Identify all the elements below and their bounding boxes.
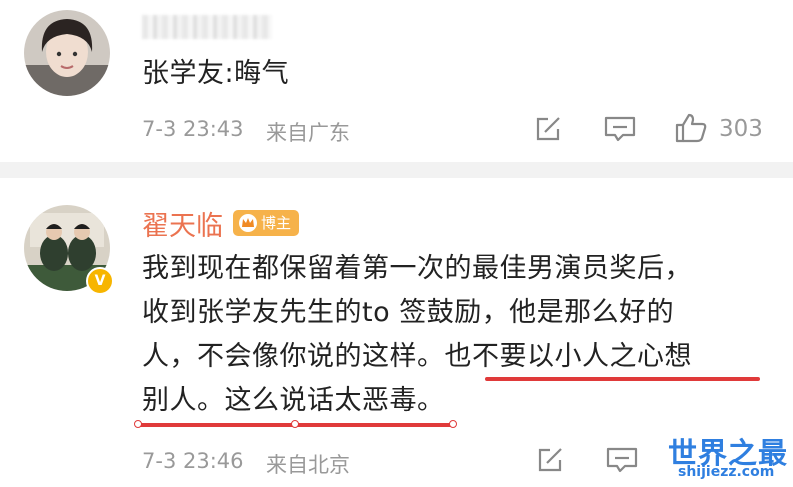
comment-icon[interactable] <box>604 115 636 143</box>
timestamp: 7-3 23:46 <box>142 449 244 473</box>
location: 来自北京 <box>266 453 350 477</box>
timestamp: 7-3 23:43 <box>142 117 244 141</box>
underline-handle <box>291 420 299 428</box>
underline-handle <box>134 420 142 428</box>
comment-text: 我到现在都保留着第一次的最佳男演员奖后， 收到张学友先生的to 签鼓励，他是那么… <box>142 247 782 423</box>
watermark-url: shijiezz.com <box>678 464 775 480</box>
underline-handle <box>449 420 457 428</box>
verified-badge: V <box>86 267 114 295</box>
comment-icon[interactable] <box>606 446 638 474</box>
username[interactable]: 翟天临 <box>142 204 223 243</box>
share-icon[interactable] <box>534 115 562 143</box>
comment-line: 人，不会像你说的这样。也不要以小人之心想 <box>142 341 692 372</box>
location: 来自广东 <box>266 121 350 145</box>
badge-label: 博主 <box>261 214 292 232</box>
comment-separator <box>0 162 793 178</box>
username-blurred <box>142 15 272 39</box>
underline-annotation <box>485 377 760 381</box>
share-icon[interactable] <box>536 446 564 474</box>
like-icon[interactable] <box>674 112 708 144</box>
avatar[interactable] <box>24 10 110 96</box>
crown-icon <box>239 214 257 232</box>
comment-line: 别人。这么说话太恶毒。 <box>142 385 445 416</box>
comment-line: 我到现在都保留着第一次的最佳男演员奖后， <box>142 253 692 284</box>
like-count: 303 <box>719 116 763 142</box>
comment-line: 收到张学友先生的to 签鼓励，他是那么好的 <box>142 297 675 328</box>
blogger-badge: 博主 <box>233 210 300 236</box>
avatar-image <box>24 10 110 96</box>
comment-text: 张学友:晦气 <box>142 58 290 89</box>
